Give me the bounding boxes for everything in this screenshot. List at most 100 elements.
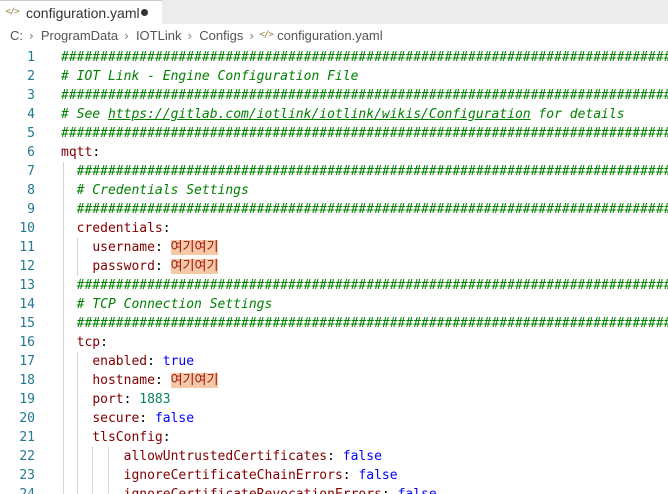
yaml-value: 여기여기 xyxy=(170,373,219,388)
line-number: 21 xyxy=(19,430,35,445)
comment-text: ########################################… xyxy=(61,164,668,179)
indent-guide xyxy=(63,257,64,276)
line-number: 4 xyxy=(27,107,35,122)
breadcrumb-item[interactable]: ProgramData xyxy=(41,28,118,43)
indent-guide xyxy=(63,162,64,181)
indent-guide xyxy=(63,333,64,352)
yaml-key: enabled xyxy=(92,354,148,369)
line-number: 12 xyxy=(19,259,35,274)
indent-guide xyxy=(63,390,64,409)
yaml-key: hostname xyxy=(92,373,155,388)
yaml-value: false xyxy=(398,487,437,494)
comment-text: # See xyxy=(61,107,108,122)
code-line[interactable]: 12 password: 여기여기 xyxy=(0,257,668,276)
comment-text: # IOT Link - Engine Configuration File xyxy=(61,69,359,84)
comment-text: ########################################… xyxy=(61,278,668,293)
indent-guide xyxy=(63,371,64,390)
colon: : xyxy=(327,449,343,464)
colon: : xyxy=(100,335,108,350)
indent-guide xyxy=(63,409,64,428)
code-line[interactable]: 16 tcp: xyxy=(0,333,668,352)
yaml-key: mqtt xyxy=(61,145,93,160)
indent-guide xyxy=(63,238,64,257)
code-line[interactable]: 13 #####################################… xyxy=(0,276,668,295)
code-text: password: 여기여기 xyxy=(61,257,219,276)
code-line[interactable]: 19 port: 1883 xyxy=(0,390,668,409)
comment-text: for details xyxy=(530,107,625,122)
yaml-key: tcp xyxy=(61,335,101,350)
code-line[interactable]: 24 ignoreCertificateRevocationErrors: fa… xyxy=(0,485,668,494)
indent-guide xyxy=(76,409,78,428)
chevron-right-icon: › xyxy=(124,28,129,43)
code-line[interactable]: 2 # IOT Link - Engine Configuration File xyxy=(0,67,668,86)
colon: : xyxy=(139,411,155,426)
comment-text: ########################################… xyxy=(61,202,668,217)
code-line[interactable]: 5 #######################################… xyxy=(0,124,668,143)
comment-text: ########################################… xyxy=(61,126,668,141)
indent-guide xyxy=(63,219,64,238)
colon: : xyxy=(92,145,101,160)
indent-guide xyxy=(92,466,94,485)
code-line[interactable]: 15 #####################################… xyxy=(0,314,668,333)
code-line[interactable]: 10 credentials: xyxy=(0,219,668,238)
code-text: # TCP Connection Settings xyxy=(61,295,273,314)
code-line[interactable]: 9 ######################################… xyxy=(0,200,668,219)
code-line[interactable]: 23 ignoreCertificateChainErrors: false xyxy=(0,466,668,485)
indent-guide xyxy=(76,447,78,466)
comment-text: ########################################… xyxy=(61,88,668,103)
link: https://gitlab.com/iotlink/iotlink/wikis… xyxy=(107,107,531,122)
code-line[interactable]: 21 tlsConfig: xyxy=(0,428,668,447)
yaml-value: 여기여기 xyxy=(170,259,219,274)
comment-text: ########################################… xyxy=(61,316,668,331)
line-number: 5 xyxy=(27,126,35,141)
line-number: 6 xyxy=(27,145,35,160)
code-line[interactable]: 7 ######################################… xyxy=(0,162,668,181)
indent-guide xyxy=(76,371,78,390)
yaml-key: password xyxy=(92,259,155,274)
code-text: ignoreCertificateRevocationErrors: false xyxy=(61,485,437,494)
breadcrumb-item[interactable]: IOTLink xyxy=(136,28,182,43)
code-editor[interactable]: 1 #######################################… xyxy=(0,47,668,494)
indent-guide xyxy=(63,352,64,371)
colon: : xyxy=(154,240,171,255)
colon: : xyxy=(342,468,359,483)
comment-text: # TCP Connection Settings xyxy=(61,297,273,312)
code-line[interactable]: 17 enabled: true xyxy=(0,352,668,371)
indent-guide xyxy=(107,485,109,494)
yaml-value: 1883 xyxy=(139,392,171,407)
code-line[interactable]: 4 # See https://gitlab.com/iotlink/iotlin… xyxy=(0,105,668,124)
indent-guide xyxy=(63,200,64,219)
yaml-key: credentials xyxy=(61,221,163,236)
line-number: 10 xyxy=(19,221,35,236)
indent-guide xyxy=(107,466,109,485)
line-number: 13 xyxy=(19,278,35,293)
breadcrumb: C: › ProgramData › IOTLink › Configs › <… xyxy=(0,24,668,47)
code-line[interactable]: 18 hostname: 여기여기 xyxy=(0,371,668,390)
code-line[interactable]: 3 #######################################… xyxy=(0,86,668,105)
code-line[interactable]: 1 #######################################… xyxy=(0,48,668,67)
code-line[interactable]: 6 mqtt: xyxy=(0,143,668,162)
colon: : xyxy=(123,392,140,407)
indent-guide xyxy=(63,295,64,314)
indent-guide xyxy=(63,181,64,200)
indent-guide xyxy=(92,485,94,494)
code-line[interactable]: 14 # TCP Connection Settings xyxy=(0,295,668,314)
colon: : xyxy=(162,430,171,445)
tab-title: configuration.yaml xyxy=(26,4,140,21)
colon: : xyxy=(147,354,163,369)
indent-guide xyxy=(76,485,78,494)
code-text: username: 여기여기 xyxy=(61,238,219,257)
line-number: 23 xyxy=(19,468,35,483)
breadcrumb-item[interactable]: Configs xyxy=(199,28,243,43)
unsaved-dot-icon[interactable] xyxy=(141,9,148,16)
code-line[interactable]: 20 secure: false xyxy=(0,409,668,428)
tab-configuration-yaml[interactable]: </> configuration.yaml xyxy=(0,0,162,24)
code-text: mqtt: xyxy=(61,143,100,162)
line-number: 18 xyxy=(19,373,35,388)
breadcrumb-item[interactable]: C: xyxy=(10,28,23,43)
code-line[interactable]: 11 username: 여기여기 xyxy=(0,238,668,257)
indent-guide xyxy=(92,447,94,466)
code-line[interactable]: 8 # Credentials Settings xyxy=(0,181,668,200)
code-line[interactable]: 22 allowUntrustedCertificates: false xyxy=(0,447,668,466)
breadcrumb-item-file[interactable]: configuration.yaml xyxy=(277,28,383,43)
